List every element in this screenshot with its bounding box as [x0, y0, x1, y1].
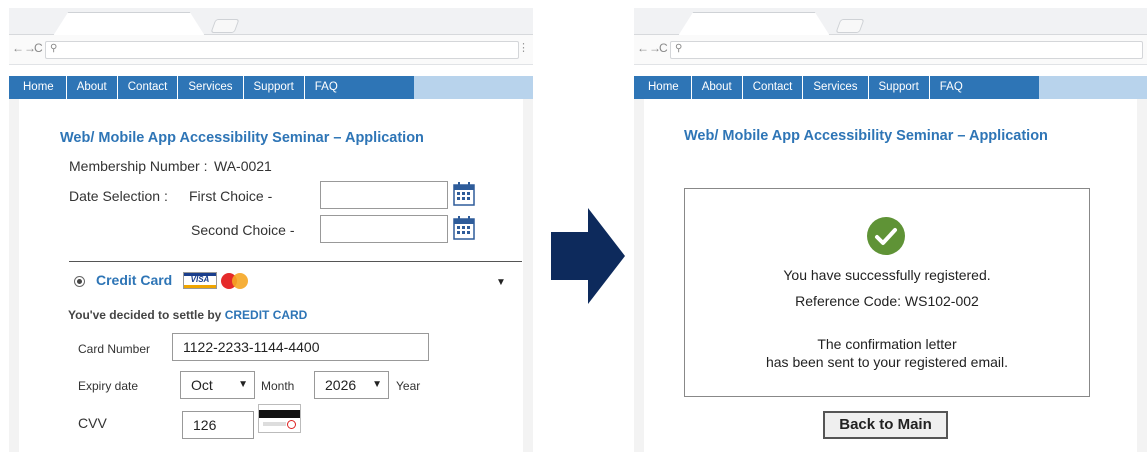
page-title: Web/ Mobile App Accessibility Seminar – … — [60, 130, 424, 146]
browser-tab[interactable] — [678, 12, 830, 36]
nav-support[interactable]: Support — [869, 76, 930, 99]
flow-arrow-icon — [551, 208, 625, 304]
first-choice-label: First Choice - — [189, 188, 273, 204]
browser-toolbar: ← → C ⚲ ⋮ — [9, 35, 533, 65]
card-number-input[interactable]: 1122-2233-1144-4400 — [172, 333, 429, 361]
back-to-main-button[interactable]: Back to Main — [823, 411, 948, 439]
membership-label: Membership Number : — [69, 158, 208, 174]
credit-card-radio[interactable] — [74, 276, 85, 287]
new-tab-button[interactable] — [835, 19, 865, 33]
reload-icon[interactable]: C — [659, 41, 668, 55]
first-choice-date-input[interactable] — [320, 181, 448, 209]
back-arrow-icon[interactable]: ← — [12, 41, 24, 55]
nav-about[interactable]: About — [67, 76, 118, 99]
back-arrow-icon[interactable]: ← — [637, 41, 649, 55]
success-panel: You have successfully registered. Refere… — [684, 188, 1090, 397]
nav-support[interactable]: Support — [244, 76, 305, 99]
address-bar[interactable]: ⚲ — [45, 41, 519, 59]
search-icon: ⚲ — [50, 43, 58, 54]
nav-faq[interactable]: FAQ — [305, 76, 348, 99]
nav-home[interactable]: Home — [634, 76, 692, 99]
settle-prefix: You've decided to settle by — [68, 308, 222, 322]
chevron-down-icon: ▼ — [372, 379, 382, 390]
chevron-down-icon: ▼ — [238, 379, 248, 390]
calendar-icon[interactable] — [453, 181, 475, 206]
success-check-icon — [867, 217, 905, 255]
year-label: Year — [396, 379, 421, 393]
page-background: Web/ Mobile App Accessibility Seminar – … — [634, 99, 1147, 452]
reload-icon[interactable]: C — [34, 41, 43, 55]
nav-services[interactable]: Services — [803, 76, 869, 99]
date-selection-label: Date Selection : — [69, 188, 168, 204]
membership-value: WA-0021 — [214, 158, 272, 174]
browser-toolbar: ← → C ⚲ — [634, 35, 1147, 65]
tab-strip — [634, 8, 1147, 36]
page-background: Web/ Mobile App Accessibility Seminar – … — [9, 99, 533, 452]
search-icon: ⚲ — [675, 43, 683, 54]
settle-text: You've decided to settle by CREDIT CARD — [68, 308, 307, 322]
second-choice-label: Second Choice - — [191, 222, 295, 238]
mastercard-logo — [221, 272, 251, 289]
nav-contact[interactable]: Contact — [118, 76, 179, 99]
confirmation-page: Web/ Mobile App Accessibility Seminar – … — [644, 99, 1137, 452]
address-bar[interactable]: ⚲ — [670, 41, 1143, 59]
settle-method: CREDIT CARD — [224, 308, 308, 322]
site-nav: Home About Contact Services Support FAQ — [9, 76, 533, 99]
expiry-month-value: Oct — [191, 377, 213, 393]
new-tab-button[interactable] — [210, 19, 240, 33]
cvv-label: CVV — [78, 415, 107, 431]
expiry-year-select[interactable]: 2026 ▼ — [314, 371, 389, 399]
payment-option-label: Credit Card — [96, 272, 173, 288]
expiry-year-value: 2026 — [325, 377, 357, 393]
nav-home[interactable]: Home — [9, 76, 67, 99]
calendar-icon[interactable] — [453, 215, 475, 240]
page-title: Web/ Mobile App Accessibility Seminar – … — [684, 128, 1048, 144]
cvv-input[interactable]: 126 — [182, 411, 254, 439]
nav-services[interactable]: Services — [178, 76, 244, 99]
browser-tab[interactable] — [53, 12, 205, 36]
nav-faq[interactable]: FAQ — [930, 76, 973, 99]
card-back-cvv-icon — [258, 404, 301, 433]
right-browser-window: ← → C ⚲ Home About Contact Services Supp… — [634, 8, 1147, 452]
expiry-month-select[interactable]: Oct ▼ — [180, 371, 255, 399]
application-form: Web/ Mobile App Accessibility Seminar – … — [19, 99, 523, 452]
month-label: Month — [261, 379, 295, 393]
menu-dots-icon[interactable]: ⋮ — [518, 41, 529, 54]
nav-contact[interactable]: Contact — [743, 76, 804, 99]
section-divider — [69, 261, 522, 262]
success-message: You have successfully registered. — [783, 267, 991, 283]
nav-about[interactable]: About — [692, 76, 743, 99]
site-nav: Home About Contact Services Support FAQ — [634, 76, 1147, 99]
confirmation-line-2: has been sent to your registered email. — [765, 354, 1009, 370]
payment-dropdown-caret-icon[interactable]: ▼ — [496, 277, 506, 288]
reference-code: Reference Code: WS102-002 — [795, 293, 979, 309]
card-number-label: Card Number — [78, 342, 151, 356]
second-choice-date-input[interactable] — [320, 215, 448, 243]
visa-logo: VISA — [183, 272, 217, 289]
expiry-date-label: Expiry date — [78, 379, 139, 393]
tab-strip — [9, 8, 533, 36]
left-browser-window: ← → C ⚲ ⋮ Home About Contact Services Su… — [9, 8, 533, 452]
confirmation-line-1: The confirmation letter — [817, 336, 957, 352]
